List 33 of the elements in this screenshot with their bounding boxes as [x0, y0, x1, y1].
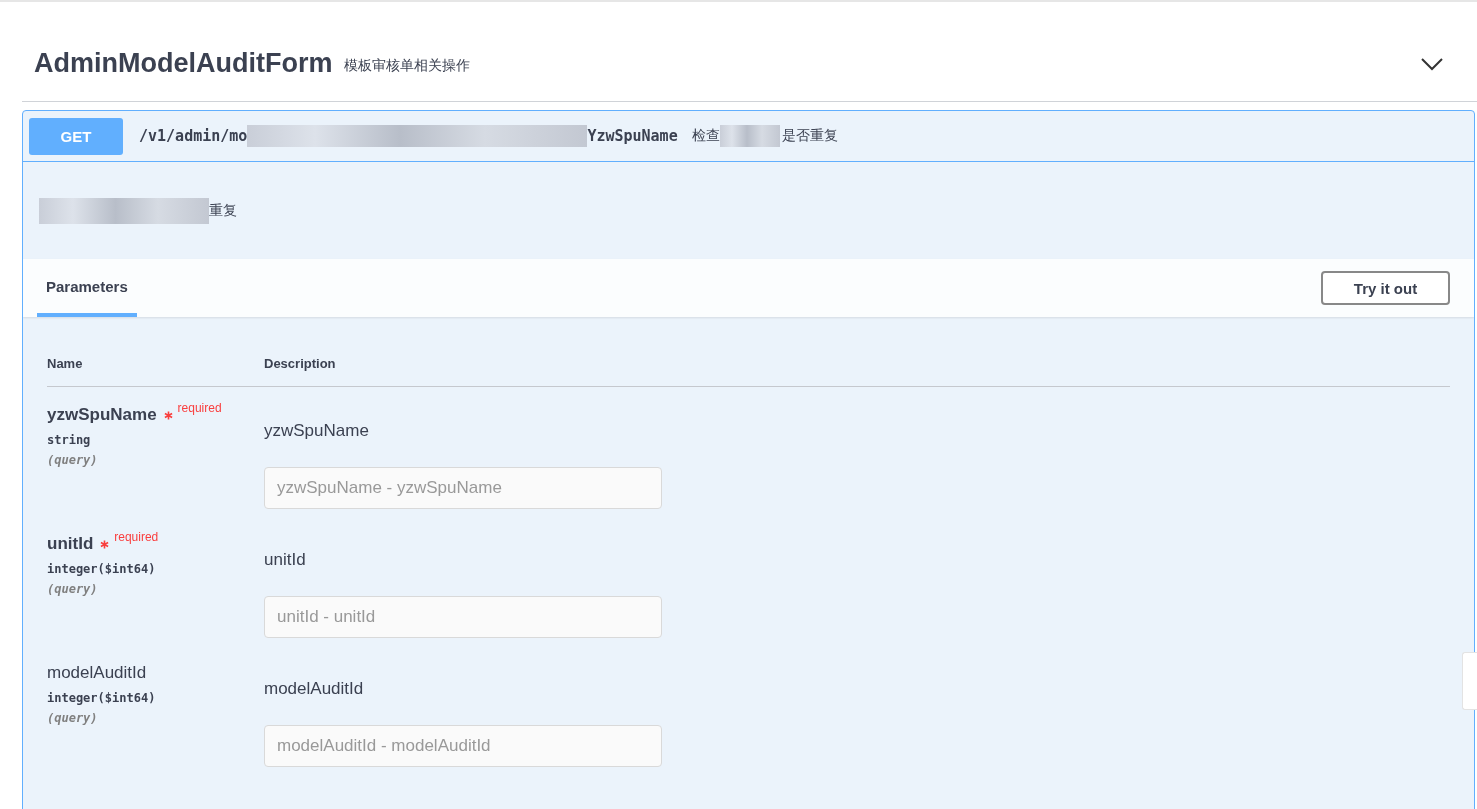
method-badge: GET [29, 117, 123, 155]
parameter-name: modelAuditId [47, 663, 147, 683]
summary-text: 检查 [691, 127, 720, 145]
parameter-description: unitId [264, 550, 307, 570]
parameter-location: (query) [47, 582, 99, 596]
input-field[interactable]: modelAuditId - modelAuditId [264, 725, 662, 767]
endpoint-path: YzwSpuName [587, 127, 678, 145]
endpoint-path: /v1/admin/mo [139, 127, 248, 145]
try-it-out-button[interactable]: Try it out [1321, 271, 1450, 305]
parameter-name: unitId [47, 534, 94, 554]
parameter-type: integer($int64) [47, 562, 157, 576]
parameter-description: yzwSpuName [264, 421, 370, 441]
section-description: 模板审核单相关操作 [344, 56, 471, 75]
chevron-icon[interactable] [1421, 56, 1443, 71]
input-field[interactable]: yzwSpuName - yzwSpuName [264, 467, 662, 509]
parameter-type: integer($int64) [47, 691, 157, 705]
redaction-blur [719, 125, 780, 147]
description-text: 重复 [209, 201, 237, 220]
parameter-location: (query) [47, 711, 99, 725]
parameters-tab[interactable]: Parameters [37, 259, 137, 317]
parameter-location: (query) [47, 453, 99, 467]
input-field[interactable]: unitId - unitId [264, 596, 662, 638]
column-header: Description [264, 356, 336, 371]
section-title: AdminModelAuditForm [34, 48, 333, 79]
parameter-name: yzwSpuName [47, 405, 157, 425]
asterisk-icon [100, 540, 110, 549]
required-label: required [114, 530, 159, 544]
parameter-description: modelAuditId [264, 679, 365, 699]
column-header: Name [47, 356, 84, 371]
summary-text: 是否重复 [781, 127, 838, 145]
asterisk-icon [163, 411, 173, 420]
required-label: required [177, 401, 222, 415]
parameter-type: string [47, 433, 92, 447]
